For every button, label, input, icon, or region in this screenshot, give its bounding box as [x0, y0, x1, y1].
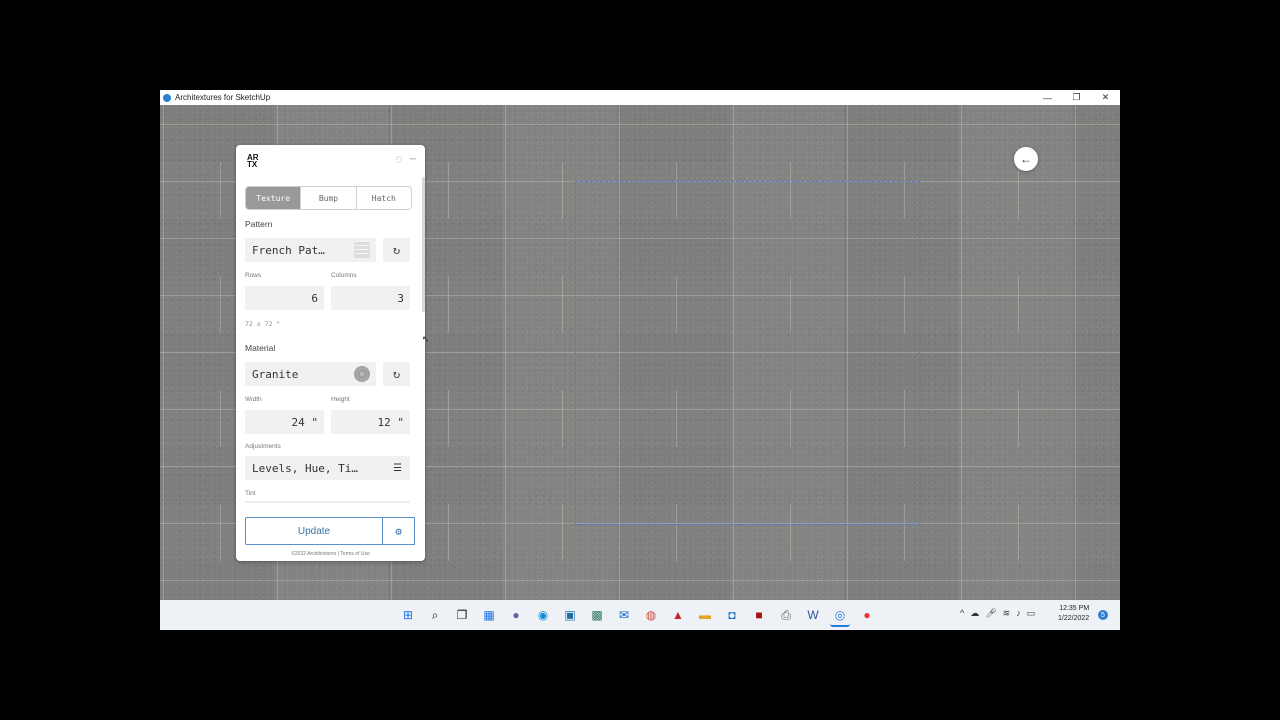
tint-slider[interactable] — [245, 501, 410, 503]
microphone-icon[interactable]: 🎤︎ — [985, 608, 996, 619]
mail-icon[interactable]: ✉ — [614, 605, 634, 625]
spinner-icon: ◌ — [395, 154, 402, 165]
minimize-button[interactable]: — — [1033, 90, 1062, 105]
gear-icon: ⚙ — [395, 524, 402, 538]
texture-preview-canvas[interactable]: ← AR TX ◌ ⋯ Texture Bump Hatch Pattern F… — [160, 105, 1120, 600]
granite-thumbnail-icon — [354, 366, 370, 382]
tint-label: Tint — [245, 490, 256, 497]
update-settings-button[interactable]: ⚙ — [383, 517, 415, 545]
tile-selection-box[interactable] — [575, 181, 920, 525]
pattern-dimensions: 72 x 72 " — [245, 320, 281, 328]
arrow-left-icon: ← — [1020, 152, 1032, 166]
logo-text-bottom: TX — [247, 160, 258, 169]
sliders-icon: ☰ — [393, 462, 402, 474]
back-arrow-button[interactable]: ← — [1014, 147, 1038, 171]
pattern-value: French Pat… — [252, 243, 325, 257]
material-refresh-button[interactable]: ↻ — [383, 362, 410, 386]
app-icon-2[interactable]: ▩ — [587, 605, 607, 625]
rows-label: Rows — [245, 272, 262, 279]
taskbar-clock[interactable]: 12:35 PM 1/22/2022 — [1058, 604, 1089, 624]
width-label: Width — [245, 396, 262, 403]
refresh-icon: ↻ — [392, 367, 401, 381]
material-select[interactable]: Granite — [245, 362, 376, 386]
edge-browser-icon[interactable]: ◉ — [533, 605, 553, 625]
columns-input[interactable]: 3 — [331, 286, 410, 310]
red-app-icon[interactable]: ■ — [749, 605, 769, 625]
height-input[interactable]: 12 " — [331, 410, 410, 434]
clock-time: 12:35 PM — [1059, 605, 1090, 612]
update-button[interactable]: Update — [245, 517, 383, 545]
title-bar: Architextures for SketchUp — ❐ ✕ — [160, 90, 1120, 105]
start-windows-icon[interactable]: ⊞ — [398, 605, 418, 625]
outlook-icon[interactable]: ◘ — [722, 605, 742, 625]
refresh-icon: ↻ — [392, 243, 401, 257]
notification-badge[interactable]: 5 — [1098, 610, 1108, 620]
pattern-refresh-button[interactable]: ↻ — [383, 238, 410, 262]
printer-icon[interactable]: ⎙ — [776, 605, 796, 625]
settings-panel: AR TX ◌ ⋯ Texture Bump Hatch Pattern Fre… — [236, 145, 425, 561]
close-button[interactable]: ✕ — [1091, 90, 1120, 105]
width-input[interactable]: 24 " — [245, 410, 324, 434]
height-label: Height — [331, 396, 350, 403]
adjustments-select[interactable]: Levels, Hue, Ti… ☰ — [245, 456, 410, 480]
more-options-icon[interactable]: ⋯ — [410, 154, 416, 165]
search-icon[interactable]: ⌕ — [425, 605, 445, 625]
panel-scrollbar[interactable] — [422, 177, 425, 312]
tab-texture[interactable]: Texture — [246, 187, 301, 209]
teams-chat-icon[interactable]: ● — [506, 605, 526, 625]
columns-label: Columns — [331, 272, 357, 279]
rows-input[interactable]: 6 — [245, 286, 324, 310]
volume-icon[interactable]: ♪ — [1016, 608, 1021, 619]
acrobat-icon[interactable]: ▲ — [668, 605, 688, 625]
windows-taskbar: ⊞ ⌕ ❐ ▦ ● ◉ ▣ ▩ ✉ ◍ ▲ ▬ ◘ ■ ⎙ W ◎ ● ^ ☁ … — [160, 600, 1120, 630]
window-title: Architextures for SketchUp — [175, 93, 271, 102]
word-icon[interactable]: W — [803, 605, 823, 625]
tab-bump[interactable]: Bump — [300, 187, 355, 209]
mouse-cursor-icon: ↖ — [422, 334, 430, 344]
tab-hatch[interactable]: Hatch — [355, 187, 411, 209]
panel-footer: ©2022 Architextures | Terms of Use — [291, 551, 370, 557]
artx-logo: AR TX — [247, 154, 259, 169]
system-tray: ^ ☁ 🎤︎ ≋ ♪ ▭ — [960, 608, 1035, 619]
app-window: Architextures for SketchUp — ❐ ✕ ← AR TX… — [160, 90, 1120, 630]
battery-icon[interactable]: ▭ — [1027, 608, 1036, 619]
material-label: Material — [245, 343, 276, 353]
material-value: Granite — [252, 367, 299, 381]
task-view-icon[interactable]: ❐ — [452, 605, 472, 625]
chrome-icon[interactable]: ◍ — [641, 605, 661, 625]
pattern-label: Pattern — [245, 219, 273, 229]
pattern-select[interactable]: French Pat… — [245, 238, 376, 262]
mode-tabs: Texture Bump Hatch — [245, 186, 412, 210]
recorder-icon[interactable]: ● — [857, 605, 877, 625]
chevron-up-icon[interactable]: ^ — [960, 608, 964, 619]
maximize-button[interactable]: ❐ — [1062, 90, 1091, 105]
onedrive-icon[interactable]: ☁ — [970, 608, 979, 619]
adjustments-label: Adjustments — [245, 443, 281, 450]
adjustments-value: Levels, Hue, Ti… — [252, 461, 358, 475]
sketchup-extension-icon[interactable]: ◎ — [830, 605, 850, 627]
app-icon — [163, 93, 171, 102]
store-icon[interactable]: ▣ — [560, 605, 580, 625]
clock-date: 1/22/2022 — [1058, 615, 1090, 622]
pattern-thumbnail-icon — [354, 242, 370, 258]
wifi-icon[interactable]: ≋ — [1003, 608, 1011, 619]
widgets-icon[interactable]: ▦ — [479, 605, 499, 625]
file-explorer-icon[interactable]: ▬ — [695, 605, 715, 625]
